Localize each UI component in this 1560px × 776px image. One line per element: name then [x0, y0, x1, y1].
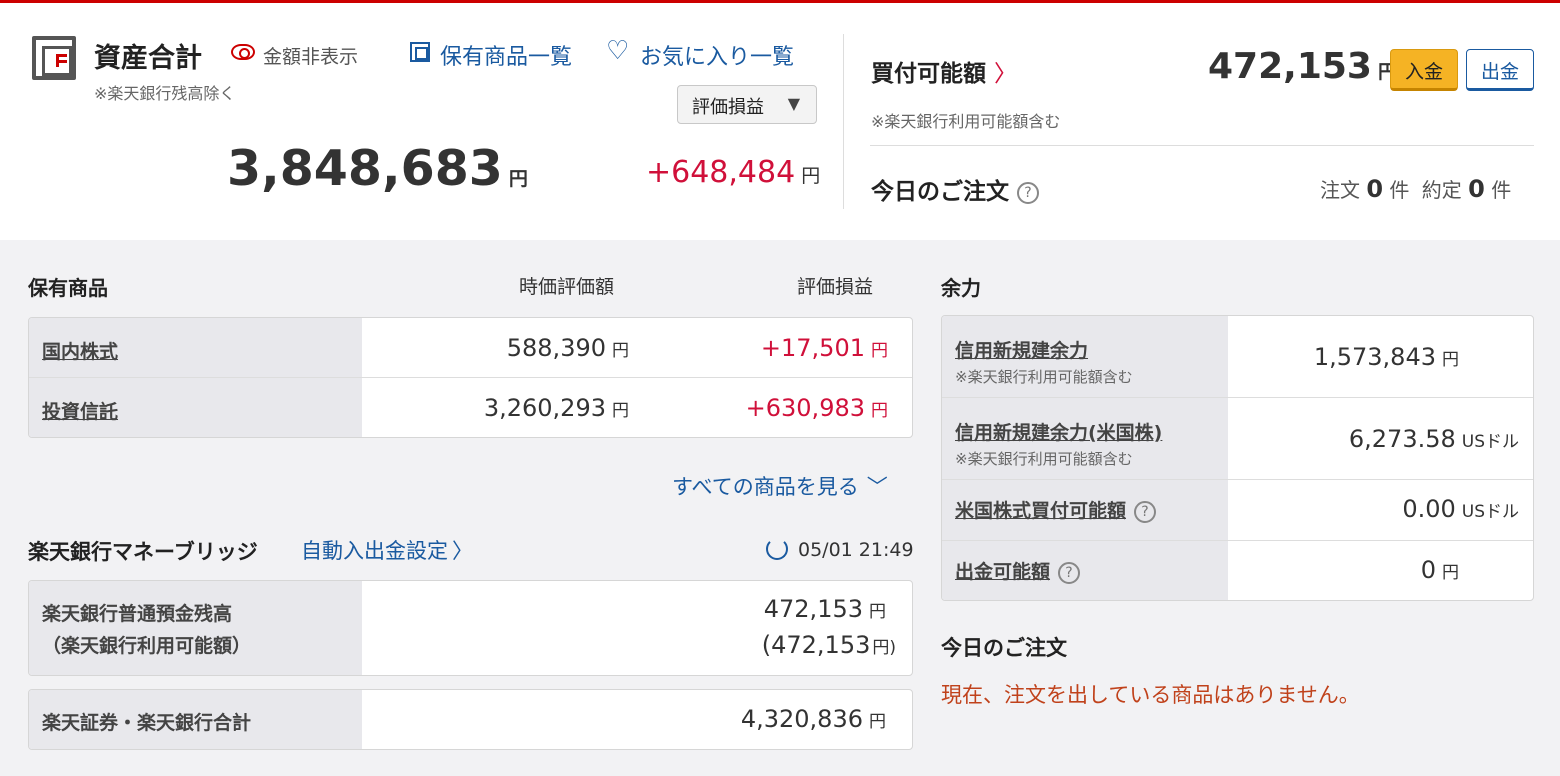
safe-icon	[32, 36, 76, 80]
hide-amount-toggle[interactable]: 金額非表示	[263, 42, 358, 69]
table-row: 出金可能額? 0円	[942, 541, 1533, 600]
holding-value: 3,260,293 円	[483, 394, 629, 422]
today-order-header: 今日のご注文?	[871, 172, 1039, 206]
combined-total-table: 楽天証券・楽天銀行合計 4,320,836 円	[28, 689, 913, 750]
table-row: 信用新規建余力 ※楽天銀行利用可能額含む 1,573,843 円	[942, 316, 1533, 398]
assets-note: ※楽天銀行残高除く	[94, 84, 236, 103]
help-icon[interactable]: ?	[1017, 181, 1039, 204]
bridge-timestamp: 05/01 21:49	[798, 539, 914, 561]
bank-balance-table: 楽天銀行普通預金残高 （楽天銀行利用可能額） 472,153 円 (472,153…	[28, 580, 913, 676]
us-margin-capacity-value: 6,273.58 USドル	[1348, 425, 1519, 453]
today-orders-title: 今日のご注文	[941, 636, 1067, 660]
help-icon[interactable]: ?	[1058, 561, 1081, 584]
total-assets: 3,848,683 円	[227, 140, 528, 197]
chevron-down-icon: ﹀	[866, 475, 888, 499]
margin-capacity-link[interactable]: 信用新規建余力	[955, 336, 1088, 363]
us-margin-capacity-link[interactable]: 信用新規建余力(米国株)	[955, 418, 1162, 445]
holding-profit: +630,983 円	[745, 394, 888, 422]
order-counts: 注文 0 件 約定 0 件	[1320, 175, 1512, 203]
chevron-down-icon: ▼	[787, 94, 800, 113]
us-stock-buying-power: 米国株式買付可能額?	[955, 496, 1157, 523]
favorites-link[interactable]: お気に入り一覧	[640, 39, 794, 71]
bank-balance-value: 472,153 円	[763, 595, 886, 623]
holdings-title: 保有商品	[28, 276, 108, 300]
total-profit: +648,484 円	[646, 155, 821, 190]
assets-title: 資産合計	[94, 43, 202, 74]
combined-total-value: 4,320,836 円	[740, 705, 886, 733]
divider	[870, 145, 1534, 146]
margin-capacity-value: 1,573,843 円	[1313, 343, 1459, 371]
yoryoku-table: 信用新規建余力 ※楽天銀行利用可能額含む 1,573,843 円 信用新規建余力(…	[941, 315, 1534, 601]
table-row: 米国株式買付可能額? 0.00 USドル	[942, 480, 1533, 541]
refresh-icon[interactable]	[766, 538, 788, 560]
withdrawable-amount-value: 0円	[1420, 556, 1459, 584]
auto-transfer-settings-link[interactable]: 自動入出金設定〉	[301, 535, 473, 565]
col-market-value: 時価評価額	[519, 276, 615, 298]
holdings-list-icon[interactable]	[410, 42, 430, 62]
withdrawable-amount: 出金可能額?	[955, 557, 1081, 584]
us-stock-buying-power-value: 0.00 USドル	[1402, 495, 1519, 523]
mutual-fund-link[interactable]: 投資信託	[42, 397, 118, 424]
table-row: 国内株式 588,390 円 +17,501 円	[29, 318, 912, 378]
buying-power-note: ※楽天銀行利用可能額含む	[871, 112, 1061, 131]
us-margin-note: ※楽天銀行利用可能額含む	[955, 450, 1133, 468]
bank-balance-label: 楽天銀行普通預金残高	[42, 603, 233, 625]
holding-profit: +17,501 円	[760, 334, 888, 362]
divider	[843, 34, 844, 209]
money-bridge-title: 楽天銀行マネーブリッジ	[28, 540, 258, 564]
buying-power-link[interactable]: 買付可能額〉	[871, 54, 1017, 88]
holdings-table: 国内株式 588,390 円 +17,501 円 投資信託 3,260,293 円 +…	[28, 317, 913, 438]
chevron-right-icon: 〉	[994, 61, 1017, 87]
heart-icon[interactable]: ♡	[606, 38, 629, 64]
holding-value: 588,390 円	[506, 334, 629, 362]
eye-icon[interactable]	[231, 44, 255, 60]
col-profit: 評価損益	[797, 276, 874, 298]
profit-select[interactable]: 評価損益 ▼	[677, 85, 817, 124]
withdrawable-amount-link[interactable]: 出金可能額	[955, 561, 1050, 583]
help-icon[interactable]: ?	[1134, 500, 1157, 523]
profit-select-value: 評価損益	[692, 97, 764, 118]
no-orders-message: 現在、注文を出している商品はありません。	[941, 683, 1360, 707]
margin-note: ※楽天銀行利用可能額含む	[955, 368, 1133, 386]
table-row: 信用新規建余力(米国株) ※楽天銀行利用可能額含む 6,273.58 USドル	[942, 398, 1533, 480]
combined-total-label: 楽天証券・楽天銀行合計	[42, 712, 252, 734]
holdings-list-link[interactable]: 保有商品一覧	[440, 39, 572, 71]
us-stock-buying-power-link[interactable]: 米国株式買付可能額	[955, 500, 1126, 522]
yoryoku-title: 余力	[941, 276, 981, 300]
bank-available-label: （楽天銀行利用可能額）	[42, 635, 252, 657]
domestic-stock-link[interactable]: 国内株式	[42, 337, 118, 364]
buying-power-amount: 472,153 円	[1208, 46, 1397, 87]
withdraw-button[interactable]: 出金	[1466, 49, 1534, 91]
chevron-right-icon: 〉	[452, 539, 473, 563]
see-all-products-link[interactable]: すべての商品を見る ﹀	[672, 471, 888, 501]
table-row: 投資信託 3,260,293 円 +630,983 円	[29, 378, 912, 437]
deposit-button[interactable]: 入金	[1390, 49, 1458, 91]
bank-available-value: (472,153 円)	[761, 631, 896, 659]
